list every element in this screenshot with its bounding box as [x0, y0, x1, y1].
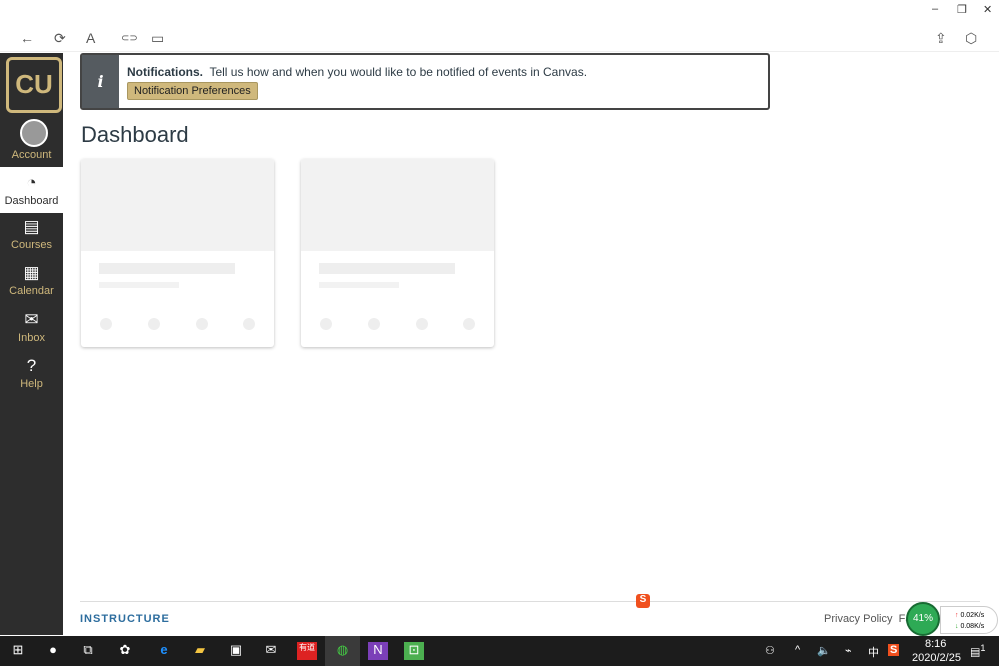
nav-label: Courses — [11, 239, 52, 251]
info-icon: i — [82, 55, 119, 108]
account-label[interactable]: Account — [2, 149, 61, 161]
taskbar: ⊞ ● ⧉ ✿ e ▰ ▣ ✉ 有道 ◍ N ⊡ ⚇ ^ 🔈 ⌁ 中 S 8:1… — [0, 636, 999, 666]
title-bar: – ❐ ✕ — [0, 0, 999, 22]
download-speed: 0.08K/s — [960, 623, 985, 630]
refresh-icon[interactable]: ⟳ — [54, 30, 66, 47]
browser-toolbar: ← ⟳ A ⊂⊃ ▭ ⇪ ⬡ — [0, 28, 999, 52]
calendar-icon: ▦ — [23, 263, 40, 282]
restore-button[interactable]: ❐ — [957, 3, 967, 16]
sogou-icon[interactable]: S — [636, 594, 650, 608]
network-icon[interactable]: ⌁ — [845, 644, 852, 657]
wechat-icon[interactable]: ◍ — [325, 636, 360, 666]
page-title: Dashboard — [81, 122, 189, 147]
close-button[interactable]: ✕ — [983, 3, 992, 16]
nav-calendar[interactable]: ▦ Calendar — [0, 263, 63, 297]
back-icon[interactable]: ← — [20, 30, 34, 46]
panel-icon[interactable]: ▭ — [151, 30, 164, 47]
file-explorer-icon[interactable]: ▰ — [190, 642, 210, 660]
notification-preferences-button[interactable]: Notification Preferences — [127, 82, 258, 100]
dashboard-icon: ◔ — [26, 173, 37, 192]
courses-icon: ▤ — [23, 217, 40, 236]
cortana-icon[interactable]: ● — [43, 642, 63, 660]
nav-courses[interactable]: ▤ Courses — [0, 217, 63, 251]
action-center-icon[interactable]: ▤1 — [970, 643, 986, 659]
course-card-placeholder — [81, 159, 274, 347]
windows-start-icon[interactable]: ⊞ — [8, 642, 28, 660]
nav-label: Dashboard — [4, 195, 59, 207]
tray-chevron-icon[interactable]: ^ — [795, 644, 800, 656]
store-icon[interactable]: ▣ — [226, 642, 246, 660]
privacy-policy-link[interactable]: Privacy Policy — [824, 613, 892, 625]
app-green-icon[interactable]: ⊡ — [404, 642, 424, 660]
ime-indicator[interactable]: 中 — [868, 644, 879, 660]
footer-links: Privacy Policy Fa — [824, 613, 911, 625]
footer-divider — [80, 601, 980, 602]
onenote-icon[interactable]: N — [368, 642, 388, 660]
instructure-logo[interactable]: INSTRUCTURE — [80, 613, 170, 625]
inbox-icon: ✉ — [24, 310, 39, 329]
mail-icon[interactable]: ✉ — [261, 642, 281, 660]
read-aloud-icon[interactable]: A — [86, 30, 95, 46]
volume-icon[interactable]: 🔈 — [817, 644, 831, 657]
notification-title: Notifications. — [127, 65, 204, 79]
notification-count: 1 — [980, 643, 986, 653]
nav-label: Help — [20, 378, 43, 390]
avatar[interactable] — [20, 119, 48, 147]
share-icon[interactable]: ⇪ — [935, 30, 947, 47]
edge-icon[interactable]: e — [154, 642, 174, 660]
clock-time[interactable]: 8:16 — [925, 638, 946, 650]
sogou-tray-icon[interactable]: S — [888, 644, 900, 656]
upload-speed: 0.02K/s — [960, 612, 985, 619]
help-icon: ? — [26, 356, 37, 375]
notification-banner: i Notifications. Tell us how and when yo… — [80, 53, 770, 110]
global-nav: CU Account ◔ Dashboard ▤ Courses ▦ Calendar… — [0, 53, 63, 635]
nav-label: Inbox — [18, 332, 45, 344]
link-icon[interactable]: ⊂⊃ — [121, 33, 138, 44]
youdao-icon[interactable]: 有道 — [297, 642, 317, 660]
cube-icon[interactable]: ⬡ — [965, 30, 977, 47]
course-card-placeholder — [301, 159, 494, 347]
minimize-button[interactable]: – — [932, 3, 938, 15]
app-icon[interactable]: ✿ — [115, 642, 135, 660]
clock-date[interactable]: 2020/2/25 — [912, 652, 961, 664]
task-view-icon[interactable]: ⧉ — [78, 642, 98, 660]
nav-label: Calendar — [9, 285, 54, 297]
account-section[interactable]: CU Account — [2, 53, 62, 167]
people-icon[interactable]: ⚇ — [765, 644, 775, 657]
cu-logo[interactable]: CU — [6, 57, 62, 113]
nav-inbox[interactable]: ✉ Inbox — [0, 310, 63, 344]
nav-dashboard[interactable]: ◔ Dashboard — [0, 167, 63, 213]
cpu-gauge[interactable]: 41% — [906, 602, 940, 636]
notification-text: Tell us how and when you would like to b… — [209, 65, 588, 79]
network-speed-widget: ↑ 0.02K/s ↓ 0.08K/s — [940, 606, 998, 634]
nav-help[interactable]: ? Help — [0, 356, 63, 390]
